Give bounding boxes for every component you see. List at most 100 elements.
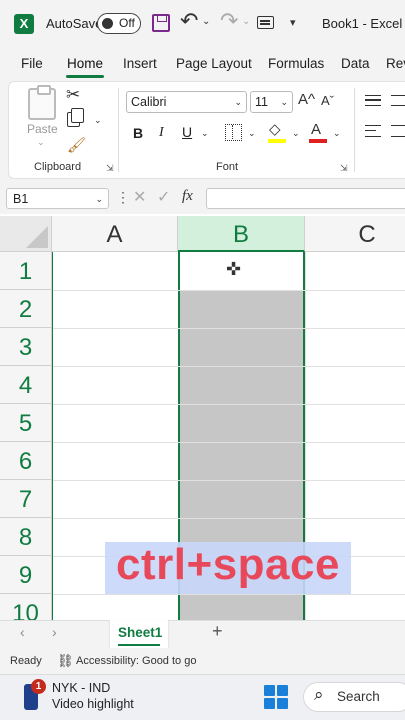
underline-button[interactable]: U: [182, 124, 192, 140]
italic-button[interactable]: I: [159, 125, 164, 141]
row-header-3[interactable]: 3: [0, 328, 52, 366]
sheet-tab-label: Sheet1: [118, 625, 163, 640]
name-box[interactable]: B1 ⌄: [6, 188, 109, 209]
chevron-down-icon: ⌄: [234, 97, 242, 107]
select-all-corner[interactable]: [0, 216, 52, 252]
cut-icon[interactable]: ✂: [66, 85, 80, 105]
fill-color-icon[interactable]: ◇: [269, 120, 281, 138]
column-header-c[interactable]: C: [305, 216, 405, 252]
gridline: [52, 442, 405, 443]
tab-formulas[interactable]: Formulas: [268, 56, 324, 71]
decrease-font-size-icon[interactable]: Aˇ: [321, 93, 334, 108]
enter-icon[interactable]: ✓: [157, 187, 170, 207]
row-header-4[interactable]: 4: [0, 366, 52, 404]
document-title: Book1 - Excel: [322, 16, 403, 31]
copy-dropdown-icon[interactable]: ⌄: [94, 115, 102, 126]
chevron-right-icon[interactable]: ›: [52, 624, 57, 640]
bold-button[interactable]: B: [133, 125, 143, 141]
search-icon: ⌕: [314, 685, 324, 704]
align-top-icon[interactable]: [365, 95, 381, 106]
undo-icon[interactable]: ↶: [180, 8, 198, 34]
clipboard-launcher-icon[interactable]: ⇲: [106, 163, 114, 174]
tab-home[interactable]: Home: [67, 56, 103, 71]
chevron-down-icon: ⌄: [95, 194, 103, 204]
font-size-value: 11: [255, 95, 268, 109]
excel-logo-icon: X: [14, 14, 34, 34]
row-header-7[interactable]: 7: [0, 480, 52, 518]
align-middle-icon[interactable]: [391, 95, 405, 106]
font-launcher-icon[interactable]: ⇲: [340, 163, 348, 174]
row-header-8[interactable]: 8: [0, 518, 52, 556]
column-header-b[interactable]: B: [178, 216, 305, 252]
paste-icon[interactable]: [28, 85, 56, 120]
customize-qat-icon[interactable]: ▾: [290, 16, 296, 29]
tab-insert[interactable]: Insert: [123, 56, 157, 71]
chevron-down-icon: ⌄: [280, 97, 288, 107]
font-color-dropdown-icon[interactable]: ⌄: [333, 128, 341, 139]
gridline: [52, 404, 405, 405]
redo-dropdown-icon[interactable]: ⌄: [242, 16, 250, 27]
accessibility-status[interactable]: Accessibility: Good to go: [76, 655, 196, 667]
name-box-value: B1: [13, 192, 29, 206]
active-tab-indicator: [66, 75, 104, 78]
cancel-icon[interactable]: ✕: [133, 187, 146, 207]
tab-page-layout[interactable]: Page Layout: [176, 56, 252, 71]
row-header-1[interactable]: 1: [0, 252, 52, 290]
start-tile: [264, 685, 275, 696]
align-center-icon[interactable]: [391, 125, 405, 137]
font-size-select[interactable]: 11 ⌄: [250, 91, 293, 113]
active-cell[interactable]: [180, 252, 303, 290]
column-header-a[interactable]: A: [52, 216, 178, 252]
redo-icon[interactable]: ↷: [220, 8, 238, 34]
row-header-9[interactable]: 9: [0, 556, 52, 594]
form-icon[interactable]: [257, 16, 274, 29]
clipboard-group-label: Clipboard: [34, 161, 82, 173]
gridline: [52, 366, 405, 367]
align-left-icon[interactable]: [365, 125, 381, 137]
windows-start-icon[interactable]: [264, 685, 288, 709]
fill-color-dropdown-icon[interactable]: ⌄: [292, 128, 300, 139]
underline-dropdown-icon[interactable]: ⌄: [201, 128, 209, 139]
widget-subtitle[interactable]: Video highlight: [52, 697, 134, 711]
copy-icon[interactable]: [67, 108, 84, 127]
font-name-value: Calibri: [131, 95, 167, 109]
notification-badge: 1: [31, 679, 46, 694]
fill-color-swatch: [268, 139, 286, 143]
group-divider: [354, 88, 355, 172]
formula-input[interactable]: [206, 188, 405, 209]
add-sheet-button[interactable]: +: [212, 621, 223, 642]
font-name-select[interactable]: Calibri ⌄: [126, 91, 247, 113]
autosave-label: AutoSave: [46, 16, 103, 31]
gridline: [52, 328, 405, 329]
tab-review[interactable]: Rev: [386, 56, 405, 71]
sheet-tab-bar: [0, 620, 405, 648]
gridline: [52, 594, 405, 595]
accessibility-icon[interactable]: ⛓: [57, 653, 74, 669]
borders-dropdown-icon[interactable]: ⌄: [248, 128, 256, 139]
paste-dropdown-icon[interactable]: ⌄: [37, 137, 45, 148]
widget-title[interactable]: NYK - IND: [52, 681, 110, 695]
autosave-toggle[interactable]: Off: [97, 13, 141, 34]
increase-font-size-icon[interactable]: A^: [298, 91, 315, 108]
start-tile: [277, 685, 288, 696]
gridline: [52, 290, 405, 291]
tab-file[interactable]: File: [21, 56, 43, 71]
status-ready: Ready: [10, 655, 42, 667]
font-color-icon[interactable]: A: [311, 121, 321, 138]
save-icon[interactable]: [152, 14, 170, 32]
gridline: [52, 480, 405, 481]
insert-function-icon[interactable]: fx: [182, 188, 193, 205]
row-header-2[interactable]: 2: [0, 290, 52, 328]
row-header-5[interactable]: 5: [0, 404, 52, 442]
paste-label[interactable]: Paste: [27, 122, 58, 136]
start-tile: [264, 698, 275, 709]
borders-icon[interactable]: [225, 124, 242, 141]
tab-data[interactable]: Data: [341, 56, 370, 71]
chevron-left-icon[interactable]: ‹: [20, 624, 25, 640]
undo-dropdown-icon[interactable]: ⌄: [202, 16, 210, 27]
font-group-label: Font: [216, 161, 239, 173]
more-options-icon[interactable]: ⋮: [116, 189, 130, 206]
format-painter-icon[interactable]: 🖌: [67, 136, 86, 154]
start-tile: [277, 698, 288, 709]
row-header-6[interactable]: 6: [0, 442, 52, 480]
